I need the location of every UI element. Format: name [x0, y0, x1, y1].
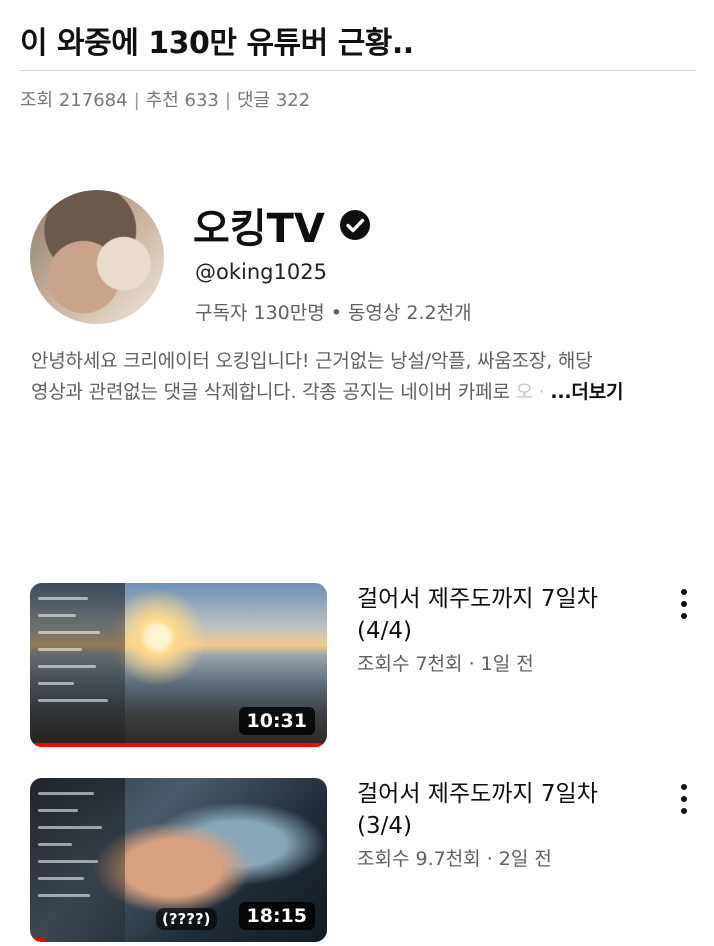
video-thumbnail[interactable]: 10:31: [30, 583, 327, 747]
meta-separator: |: [224, 90, 231, 111]
post-title: 이 와중에 130만 유튜버 근황..: [20, 26, 414, 61]
title-divider: [20, 70, 696, 71]
views-count: 217684: [58, 90, 128, 111]
watch-progress-bar: [30, 938, 45, 942]
description-line: 영상과 관련없는 댓글 삭제합니다. 각종 공지는 네이버 카페로 오 · ..…: [31, 377, 691, 408]
watch-progress-bar: [30, 743, 322, 747]
video-title-line: (3/4): [357, 813, 412, 839]
stats-separator: •: [330, 302, 342, 324]
description-text: 영상과 관련없는 댓글 삭제합니다. 각종 공지는 네이버 카페로: [31, 381, 516, 403]
post-meta: 조회 217684 | 추천 633 | 댓글 322: [20, 86, 310, 112]
more-options-icon[interactable]: [672, 782, 696, 816]
video-count: 동영상 2.2천개: [347, 302, 472, 324]
more-options-icon[interactable]: [672, 587, 696, 621]
subscriber-count: 구독자 130만명: [195, 302, 325, 324]
video-item[interactable]: 10:31 걸어서 제주도까지 7일차 (4/4) 조회수 7천회 · 1일 전: [30, 583, 690, 751]
video-title-line: 걸어서 제주도까지 7일차: [357, 586, 598, 612]
video-title-line: 걸어서 제주도까지 7일차: [357, 781, 598, 807]
video-title-line: (4/4): [357, 618, 412, 644]
chat-overlay: [30, 583, 125, 747]
video-meta: 조회수 9.7천회 · 2일 전: [357, 844, 552, 871]
channel-description[interactable]: 안녕하세요 크리에이터 오킹입니다! 근거없는 낭설/악플, 싸움조장, 해당 …: [31, 346, 691, 408]
video-item[interactable]: (????) 18:15 걸어서 제주도까지 7일차 (3/4) 조회수 9.7…: [30, 778, 690, 946]
views-label: 조회: [20, 90, 54, 111]
meta-separator: ·: [468, 653, 475, 675]
video-duration: 18:15: [238, 902, 315, 930]
chat-overlay: [30, 778, 125, 942]
video-age: 2일 전: [498, 848, 552, 870]
video-title[interactable]: 걸어서 제주도까지 7일차 (3/4): [357, 778, 657, 842]
video-age: 1일 전: [480, 653, 534, 675]
video-views: 조회수 9.7천회: [357, 848, 481, 870]
comments-count: 322: [275, 90, 311, 111]
video-meta: 조회수 7천회 · 1일 전: [357, 649, 534, 676]
recommend-count: 633: [184, 90, 219, 111]
meta-separator: ·: [486, 848, 493, 870]
meta-separator: |: [133, 90, 140, 111]
video-duration: 10:31: [238, 707, 315, 735]
channel-handle: @oking1025: [195, 260, 327, 284]
video-title[interactable]: 걸어서 제주도까지 7일차 (4/4): [357, 583, 657, 647]
channel-avatar[interactable]: [30, 190, 164, 324]
verified-check-icon: [339, 210, 370, 240]
channel-stats: 구독자 130만명 • 동영상 2.2천개: [195, 298, 472, 325]
description-fade: 오 ·: [515, 381, 545, 403]
comments-label: 댓글: [236, 90, 271, 111]
video-views: 조회수 7천회: [357, 653, 463, 675]
caption-bubble: (????): [156, 908, 217, 930]
description-line: 안녕하세요 크리에이터 오킹입니다! 근거없는 낭설/악플, 싸움조장, 해당: [31, 350, 593, 372]
recommend-label: 추천: [145, 90, 179, 111]
video-thumbnail[interactable]: (????) 18:15: [30, 778, 327, 942]
channel-name-text: 오킹TV: [193, 206, 325, 252]
more-link[interactable]: ...더보기: [550, 381, 623, 403]
channel-name[interactable]: 오킹TV: [193, 196, 371, 254]
